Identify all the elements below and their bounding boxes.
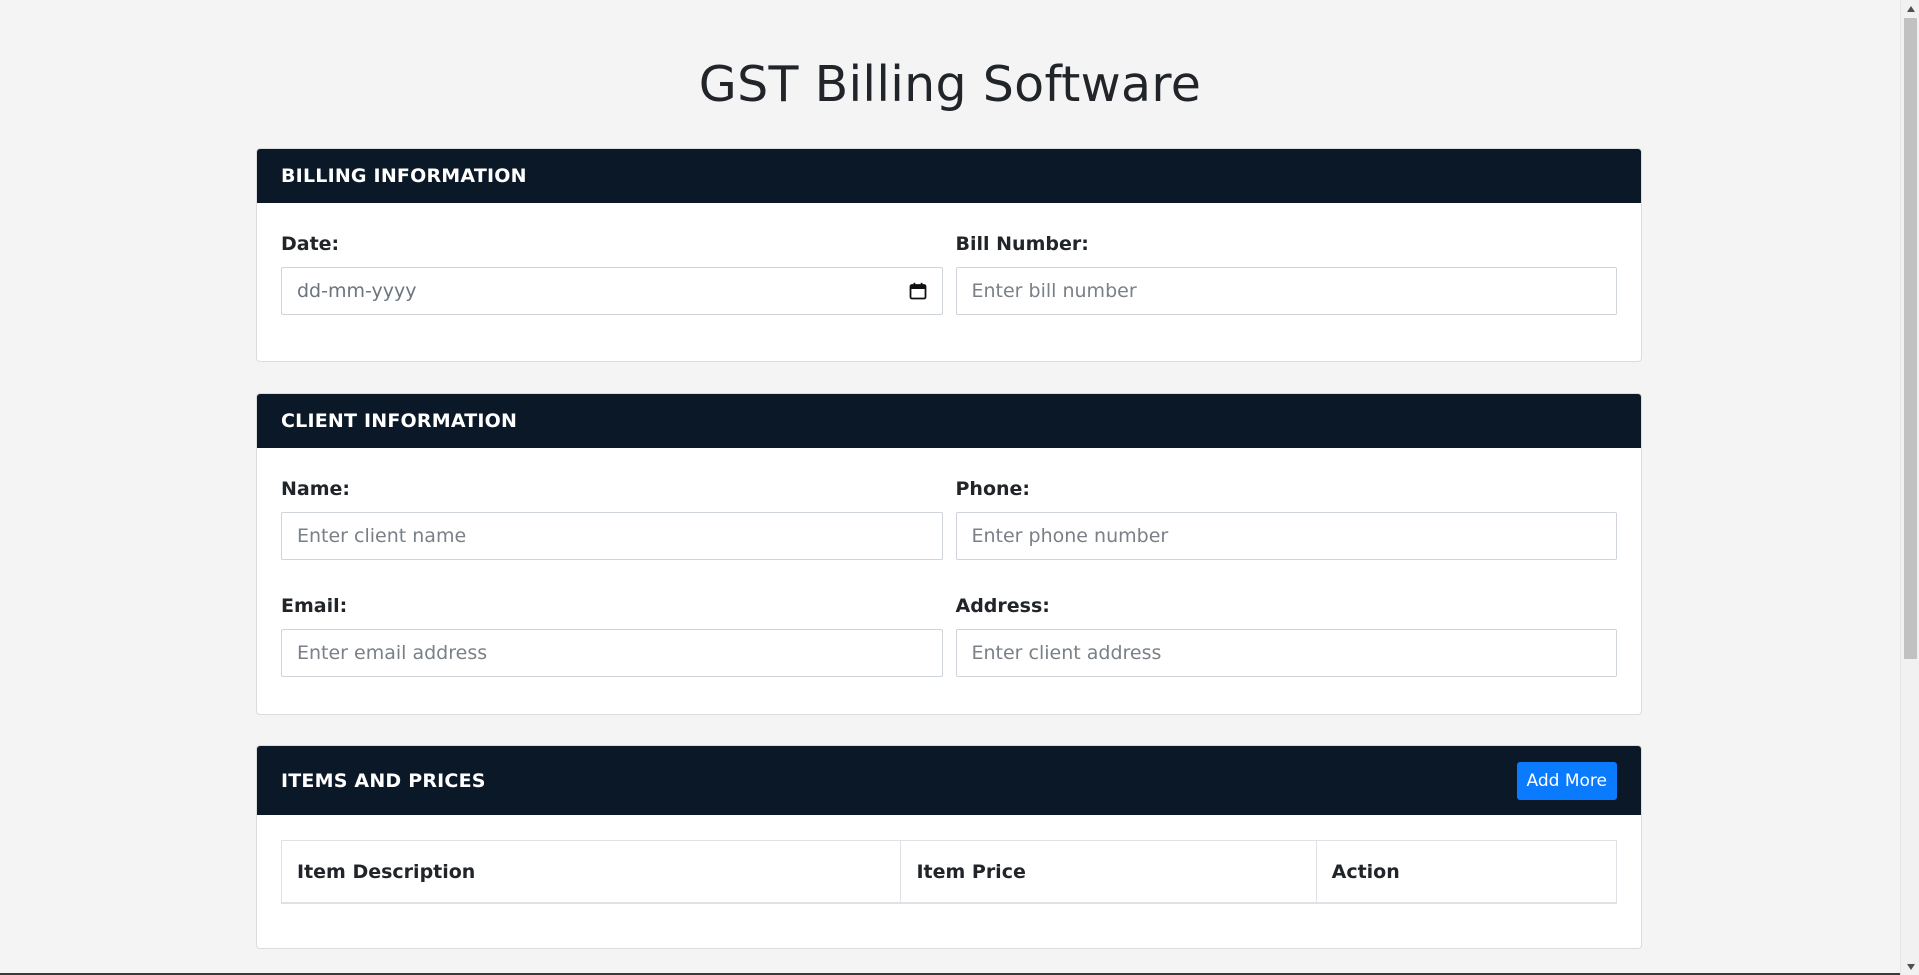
billing-information-title: BILLING INFORMATION <box>281 165 527 187</box>
date-placeholder: dd-mm-yyyy <box>297 280 417 302</box>
billing-information-header: BILLING INFORMATION <box>257 149 1641 203</box>
bill-number-field-group: Bill Number: <box>955 233 1617 315</box>
column-header-item-description: Item Description <box>280 840 902 904</box>
name-label: Name: <box>281 478 351 500</box>
bill-number-label: Bill Number: <box>955 233 1089 255</box>
date-field-group: Date: dd-mm-yyyy <box>281 233 943 315</box>
items-and-prices-header: ITEMS AND PRICES Add More <box>257 746 1641 815</box>
phone-field-group: Phone: <box>955 478 1617 560</box>
items-and-prices-title: ITEMS AND PRICES <box>281 769 486 792</box>
date-input[interactable]: dd-mm-yyyy <box>281 267 943 315</box>
items-table: Item Description Item Price Action <box>280 840 1618 904</box>
client-information-title: CLIENT INFORMATION <box>281 410 518 432</box>
client-information-header: CLIENT INFORMATION <box>257 394 1641 448</box>
email-field-group: Email: <box>281 595 943 677</box>
client-name-input[interactable] <box>281 512 943 560</box>
scrollbar-thumb[interactable] <box>1904 18 1917 659</box>
items-and-prices-card: ITEMS AND PRICES Add More Item Descripti… <box>256 745 1642 949</box>
scroll-down-arrow-icon[interactable] <box>1901 958 1919 975</box>
address-label: Address: <box>955 595 1050 617</box>
column-header-action: Action <box>1315 840 1618 904</box>
page-title: GST Billing Software <box>698 56 1202 113</box>
client-information-card: CLIENT INFORMATION Name: Phone: Email: <box>256 393 1642 715</box>
email-input[interactable] <box>281 629 943 677</box>
add-more-button[interactable]: Add More <box>1516 761 1617 800</box>
scroll-up-arrow-icon[interactable] <box>1901 0 1919 17</box>
phone-label: Phone: <box>955 478 1031 500</box>
vertical-scrollbar[interactable] <box>1900 0 1919 975</box>
bill-number-input[interactable] <box>955 267 1617 315</box>
phone-input[interactable] <box>955 512 1617 560</box>
billing-information-card: BILLING INFORMATION Date: dd-mm-yyyy Bil… <box>256 148 1642 362</box>
items-table-header-row: Item Description Item Price Action <box>280 840 1618 904</box>
date-label: Date: <box>281 233 340 255</box>
email-label: Email: <box>281 595 348 617</box>
calendar-icon[interactable] <box>909 282 927 300</box>
address-input[interactable] <box>955 629 1617 677</box>
page: GST Billing Software BILLING INFORMATION… <box>0 0 1900 975</box>
address-field-group: Address: <box>955 595 1617 677</box>
name-field-group: Name: <box>281 478 943 560</box>
column-header-item-price: Item Price <box>900 840 1317 904</box>
